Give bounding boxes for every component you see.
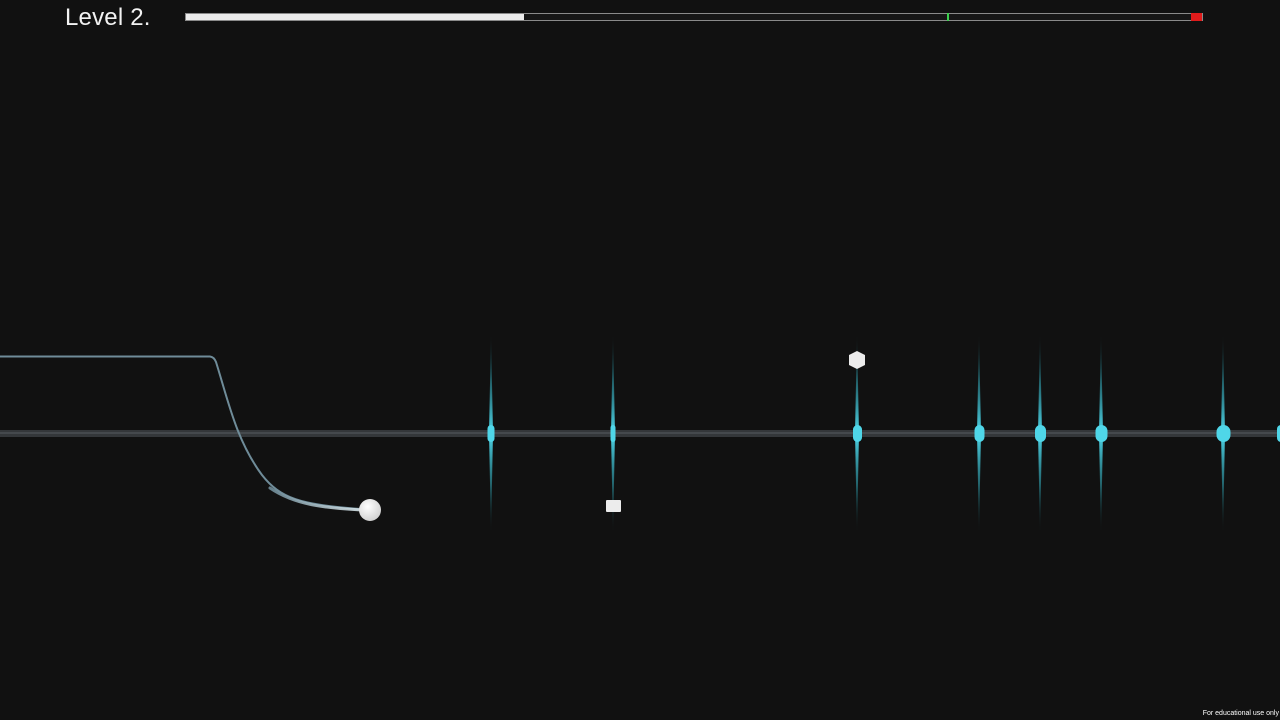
beat-marker [1095, 334, 1108, 533]
checkpoint-marker [946, 13, 949, 21]
player-trail-tail [268, 486, 364, 512]
game-stage [0, 334, 1280, 533]
level-label: Level 2. [65, 4, 151, 31]
game-canvas[interactable]: Level 2. For educational use only [0, 0, 1280, 720]
watermark: For educational use only [1202, 710, 1279, 717]
goal-marker [1191, 13, 1202, 21]
beat-marker [1216, 334, 1231, 533]
obstacle-square [606, 500, 621, 512]
beat-marker [974, 334, 985, 533]
track-line-highlight [0, 432, 1280, 434]
level-progress-bar [185, 13, 1203, 21]
beat-marker [487, 334, 495, 533]
beat-marker [1035, 334, 1046, 533]
player-ball [359, 499, 381, 521]
obstacle-hexagon [849, 351, 865, 369]
progress-fill [186, 14, 525, 20]
